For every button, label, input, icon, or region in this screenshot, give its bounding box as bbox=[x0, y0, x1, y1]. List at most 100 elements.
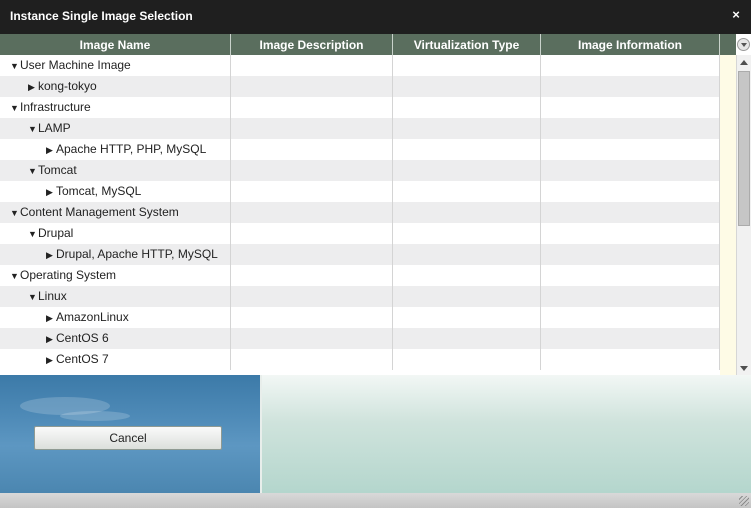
column-menu-icon[interactable] bbox=[737, 38, 750, 51]
collapsed-triangle-icon[interactable]: ▶ bbox=[46, 329, 55, 349]
tree-row[interactable]: ▼Operating System bbox=[0, 265, 720, 286]
grid-header: Image Name Image Description Virtualizat… bbox=[0, 34, 736, 55]
tree-node-label: Content Management System bbox=[20, 205, 179, 219]
tree-row[interactable]: ▶ CentOS 7 bbox=[0, 349, 720, 370]
image-description-cell bbox=[231, 307, 393, 328]
expanded-triangle-icon[interactable]: ▼ bbox=[28, 161, 37, 181]
image-information-cell bbox=[541, 244, 720, 265]
grid-side-strip bbox=[720, 55, 736, 375]
collapsed-triangle-icon[interactable]: ▶ bbox=[46, 140, 55, 160]
image-information-cell bbox=[541, 181, 720, 202]
tree-row[interactable]: ▼Drupal bbox=[0, 223, 720, 244]
expanded-triangle-icon[interactable]: ▼ bbox=[28, 287, 37, 307]
expanded-triangle-icon[interactable]: ▼ bbox=[10, 266, 19, 286]
tree-row[interactable]: ▶ AmazonLinux bbox=[0, 307, 720, 328]
image-information-cell bbox=[541, 139, 720, 160]
tree-row[interactable]: ▼User Machine Image bbox=[0, 55, 720, 76]
column-header-image-information[interactable]: Image Information bbox=[541, 34, 720, 55]
collapsed-triangle-icon[interactable]: ▶ bbox=[46, 182, 55, 202]
tree-row[interactable]: ▶ Drupal, Apache HTTP, MySQL bbox=[0, 244, 720, 265]
tree-node-label: Tomcat bbox=[38, 163, 77, 177]
column-header-virtualization-type[interactable]: Virtualization Type bbox=[393, 34, 541, 55]
virtualization-type-cell bbox=[393, 223, 541, 244]
image-description-cell bbox=[231, 181, 393, 202]
cloud-decoration bbox=[60, 411, 130, 421]
collapsed-triangle-icon[interactable]: ▶ bbox=[46, 350, 55, 370]
image-description-cell bbox=[231, 349, 393, 370]
tree-row[interactable]: ▶ CentOS 6 bbox=[0, 328, 720, 349]
virtualization-type-cell bbox=[393, 244, 541, 265]
image-description-cell bbox=[231, 76, 393, 97]
image-name-cell: ▼Content Management System bbox=[0, 202, 231, 223]
image-name-cell: ▶ Apache HTTP, PHP, MySQL bbox=[0, 139, 231, 160]
tree-node-label: Drupal, Apache HTTP, MySQL bbox=[56, 247, 218, 261]
tree-node-label: CentOS 7 bbox=[56, 352, 109, 366]
image-description-cell bbox=[231, 55, 393, 76]
scroll-up-icon[interactable] bbox=[737, 55, 751, 69]
image-name-cell: ▼User Machine Image bbox=[0, 55, 231, 76]
image-information-cell bbox=[541, 349, 720, 370]
image-information-cell bbox=[541, 160, 720, 181]
image-name-cell: ▼Tomcat bbox=[0, 160, 231, 181]
image-description-cell bbox=[231, 265, 393, 286]
image-information-cell bbox=[541, 286, 720, 307]
scrollbar-thumb[interactable] bbox=[738, 71, 750, 226]
image-name-cell: ▼Operating System bbox=[0, 265, 231, 286]
image-tree-grid: Image Name Image Description Virtualizat… bbox=[0, 34, 751, 375]
image-name-cell: ▶ kong-tokyo bbox=[0, 76, 231, 97]
image-name-cell: ▶ Drupal, Apache HTTP, MySQL bbox=[0, 244, 231, 265]
expanded-triangle-icon[interactable]: ▼ bbox=[28, 119, 37, 139]
column-header-image-name[interactable]: Image Name bbox=[0, 34, 231, 55]
expanded-triangle-icon[interactable]: ▼ bbox=[10, 56, 19, 76]
tree-node-label: User Machine Image bbox=[20, 58, 131, 72]
image-information-cell bbox=[541, 76, 720, 97]
tree-row[interactable]: ▶ Tomcat, MySQL bbox=[0, 181, 720, 202]
grid-body: ▼User Machine Image ▶ kong-tokyo ▼Infrastru… bbox=[0, 55, 720, 375]
image-description-cell bbox=[231, 286, 393, 307]
dialog-title: Instance Single Image Selection bbox=[10, 9, 193, 23]
cancel-button[interactable]: Cancel bbox=[34, 426, 222, 450]
close-icon[interactable]: × bbox=[729, 8, 743, 22]
resize-grip-icon[interactable] bbox=[739, 496, 749, 506]
expanded-triangle-icon[interactable]: ▼ bbox=[28, 224, 37, 244]
column-header-image-description[interactable]: Image Description bbox=[231, 34, 393, 55]
image-information-cell bbox=[541, 307, 720, 328]
tree-row[interactable]: ▼Content Management System bbox=[0, 202, 720, 223]
virtualization-type-cell bbox=[393, 349, 541, 370]
dialog-titlebar: Instance Single Image Selection × bbox=[0, 0, 751, 34]
image-description-cell bbox=[231, 328, 393, 349]
tree-row[interactable]: ▶ kong-tokyo bbox=[0, 76, 720, 97]
collapsed-triangle-icon[interactable]: ▶ bbox=[28, 77, 37, 97]
virtualization-type-cell bbox=[393, 139, 541, 160]
expanded-triangle-icon[interactable]: ▼ bbox=[10, 98, 19, 118]
virtualization-type-cell bbox=[393, 328, 541, 349]
tree-node-label: AmazonLinux bbox=[56, 310, 129, 324]
image-name-cell: ▼LAMP bbox=[0, 118, 231, 139]
tree-row[interactable]: ▶ Apache HTTP, PHP, MySQL bbox=[0, 139, 720, 160]
image-name-cell: ▶ CentOS 6 bbox=[0, 328, 231, 349]
tree-row[interactable]: ▼LAMP bbox=[0, 118, 720, 139]
image-description-cell bbox=[231, 244, 393, 265]
tree-row[interactable]: ▼Linux bbox=[0, 286, 720, 307]
image-information-cell bbox=[541, 118, 720, 139]
image-description-cell bbox=[231, 202, 393, 223]
collapsed-triangle-icon[interactable]: ▶ bbox=[46, 245, 55, 265]
collapsed-triangle-icon[interactable]: ▶ bbox=[46, 308, 55, 328]
vertical-scrollbar[interactable] bbox=[736, 55, 751, 375]
virtualization-type-cell bbox=[393, 160, 541, 181]
virtualization-type-cell bbox=[393, 118, 541, 139]
image-description-cell bbox=[231, 160, 393, 181]
expanded-triangle-icon[interactable]: ▼ bbox=[10, 203, 19, 223]
tree-row[interactable]: ▼Tomcat bbox=[0, 160, 720, 181]
image-name-cell: ▼Drupal bbox=[0, 223, 231, 244]
image-name-cell: ▶ Tomcat, MySQL bbox=[0, 181, 231, 202]
tree-node-label: LAMP bbox=[38, 121, 71, 135]
virtualization-type-cell bbox=[393, 202, 541, 223]
tree-node-label: Operating System bbox=[20, 268, 117, 282]
image-description-cell bbox=[231, 223, 393, 244]
footer-info-panel bbox=[262, 375, 751, 493]
scroll-down-icon[interactable] bbox=[737, 361, 751, 375]
tree-row[interactable]: ▼Infrastructure bbox=[0, 97, 720, 118]
virtualization-type-cell bbox=[393, 76, 541, 97]
tree-node-label: Tomcat, MySQL bbox=[56, 184, 142, 198]
